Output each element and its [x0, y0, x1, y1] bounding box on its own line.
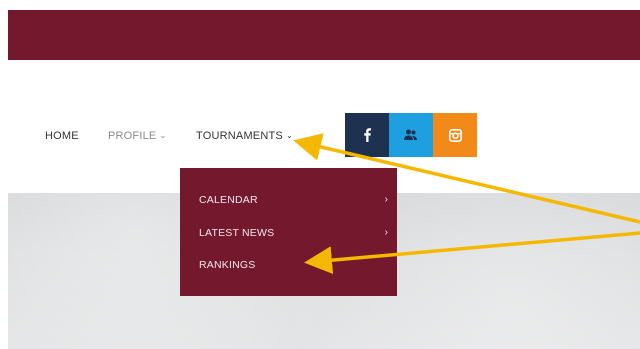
nav-tournaments[interactable]: TOURNAMENTS ⌄	[196, 126, 293, 147]
nav-home[interactable]: HOME	[45, 126, 79, 146]
chevron-right-icon: ›	[384, 227, 388, 238]
nav-profile-label: PROFILE	[108, 130, 157, 142]
instagram-icon	[448, 128, 462, 142]
group-button[interactable]	[389, 113, 433, 157]
chevron-down-icon: ⌄	[159, 131, 167, 140]
nav-profile[interactable]: PROFILE ⌄	[108, 126, 166, 147]
top-banner	[8, 10, 640, 60]
facebook-button[interactable]	[345, 113, 389, 157]
chevron-down-icon: ⌄	[285, 131, 293, 140]
dropdown-item-calendar[interactable]: CALENDAR	[199, 193, 258, 207]
main-nav: HOME PROFILE ⌄ TOURNAMENTS ⌄	[0, 126, 640, 146]
chevron-right-icon: ›	[384, 194, 388, 205]
dropdown-item-rankings[interactable]: RANKINGS	[199, 258, 255, 272]
dropdown-item-latest-news[interactable]: LATEST NEWS	[199, 226, 274, 240]
group-icon	[404, 129, 417, 140]
instagram-button[interactable]	[433, 113, 477, 157]
facebook-icon	[364, 128, 371, 142]
nav-home-label: HOME	[45, 130, 79, 142]
tournaments-dropdown: CALENDAR › LATEST NEWS › RANKINGS	[180, 168, 397, 296]
nav-tournaments-label: TOURNAMENTS	[196, 130, 283, 142]
